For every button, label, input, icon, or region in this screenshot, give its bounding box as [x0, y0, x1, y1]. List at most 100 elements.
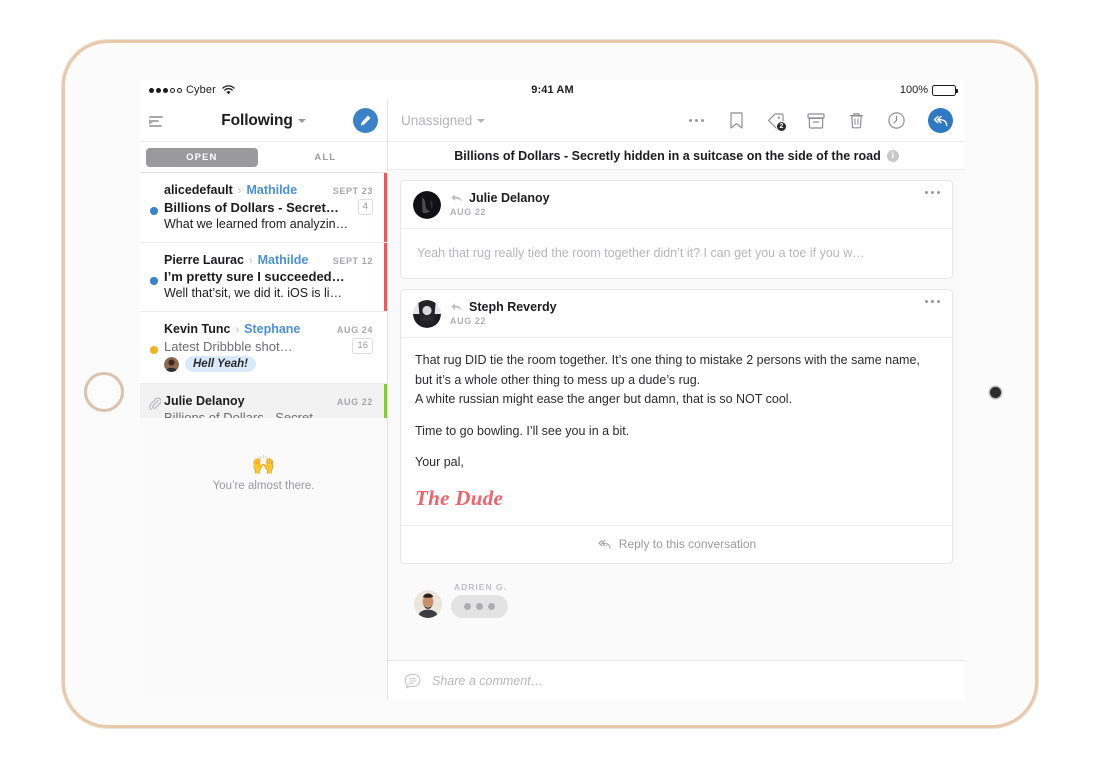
message-header: Steph Reverdy AUG 22	[401, 290, 952, 337]
conversation-list[interactable]: alicedefault › Mathilde SEPT 23 Billions…	[140, 173, 387, 418]
home-button[interactable]	[84, 372, 124, 412]
compose-button[interactable]	[353, 108, 378, 133]
snooze-button[interactable]	[886, 111, 906, 131]
chevron-right-icon: ›	[235, 324, 240, 336]
conversation-to: Stephane	[244, 322, 301, 336]
conversation-item-julie-delanoy[interactable]: Julie Delanoy AUG 22 Billions of Dollars…	[140, 384, 387, 418]
message-name-row: Julie Delanoy	[450, 191, 550, 205]
sidebar-footer-message: You’re almost there.	[212, 479, 315, 492]
status-bar-clock: 9:41 AM	[531, 84, 574, 96]
chevron-right-icon: ›	[237, 185, 242, 197]
menu-icon[interactable]	[149, 111, 169, 131]
sidebar-footer: 🙌 You’re almost there.	[140, 417, 387, 700]
reply-all-icon	[933, 115, 948, 126]
message-paragraph: That rug DID tie the room together. It’s…	[415, 353, 920, 407]
reply-to-conversation-button[interactable]: Reply to this conversation	[401, 525, 952, 563]
typing-indicator-row: ADRIEN G.	[400, 574, 953, 619]
message-header: Julie Delanoy AUG 22	[401, 181, 952, 228]
typing-user-name: ADRIEN G.	[454, 582, 507, 593]
conversation-sidebar: Following OPEN ALL alicedefault › Mathil…	[140, 100, 388, 700]
clock-icon	[887, 112, 905, 129]
conversation-subject-title: Billions of Dollars - Secretly hidden in…	[454, 148, 881, 163]
message-body: That rug DID tie the room together. It’s…	[401, 337, 952, 525]
unread-dot	[150, 277, 158, 285]
conversation-item-kevin-tunc[interactable]: Kevin Tunc › Stephane AUG 24 Latest Drib…	[140, 312, 387, 384]
info-icon[interactable]: i	[886, 149, 899, 162]
unread-dot	[150, 207, 158, 215]
front-camera-dot	[990, 387, 1001, 398]
conversation-item-pierre-laurac[interactable]: Pierre Laurac › Mathilde SEPT 12 I’m pre…	[140, 243, 387, 312]
conversation-to: Mathilde	[257, 253, 309, 267]
message-card-steph-reverdy[interactable]: Steph Reverdy AUG 22 That rug DID tie th…	[400, 289, 953, 565]
reply-to-conversation-label: Reply to this conversation	[618, 537, 757, 552]
message-body: Yeah that rug really tied the room toget…	[401, 228, 952, 278]
message-signature: The Dude	[415, 486, 504, 511]
more-options-button[interactable]	[686, 111, 706, 131]
app-root: Following OPEN ALL alicedefault › Mathil…	[140, 100, 965, 700]
chevron-down-icon	[477, 118, 486, 123]
conversation-participants: Pierre Laurac › Mathilde SEPT 12	[164, 253, 373, 267]
message-more-button[interactable]	[925, 300, 940, 304]
segmented-control: OPEN ALL	[140, 142, 387, 173]
assignee-label: Unassigned	[401, 113, 473, 128]
conversation-subject-row: I’m pretty sure I succeeded…	[150, 269, 373, 285]
paperclip-icon	[149, 397, 161, 410]
reaction-chip: Hell Yeah!	[185, 356, 256, 372]
conversation-from: Kevin Tunc	[164, 322, 231, 336]
assignee-dropdown[interactable]: Unassigned	[401, 113, 486, 128]
avatar	[164, 356, 179, 372]
conversation-detail-panel: Unassigned 2 Billions of Dollars - Secre…	[388, 100, 965, 700]
message-date: AUG 22	[450, 316, 487, 327]
reply-icon	[450, 193, 463, 204]
tab-all[interactable]: ALL	[270, 148, 382, 167]
trash-icon	[849, 113, 863, 129]
tag-button[interactable]: 2	[766, 111, 787, 132]
comment-input-bar[interactable]: Share a comment…	[388, 660, 965, 700]
message-more-button[interactable]	[925, 191, 940, 194]
conversation-item-alicedefault[interactable]: alicedefault › Mathilde SEPT 23 Billions…	[140, 173, 387, 243]
avatar	[414, 590, 442, 619]
conversation-subject: Latest Dribbble shot…	[164, 338, 293, 354]
conversation-preview: Well that’sit, we did it. iOS is li…	[164, 286, 343, 300]
pencil-icon	[360, 115, 371, 126]
message-card-julie-delanoy[interactable]: Julie Delanoy AUG 22 Yeah that rug reall…	[400, 180, 953, 280]
conversation-toolbar: Unassigned 2	[388, 100, 965, 142]
sidebar-title: Following	[221, 111, 293, 129]
archive-icon	[807, 112, 825, 129]
conversation-from: Julie Delanoy	[164, 394, 245, 408]
conversation-preview-row: What we learned from analyzin…	[164, 217, 373, 231]
avatar	[413, 300, 441, 329]
tab-open[interactable]: OPEN	[146, 147, 258, 167]
conversation-participants: alicedefault › Mathilde SEPT 23	[164, 183, 373, 197]
conversation-subject-row: Latest Dribbble shot… 16	[150, 338, 373, 354]
conversation-preview: What we learned from analyzin…	[164, 217, 349, 231]
message-paragraph: Your pal,	[415, 454, 464, 469]
trash-button[interactable]	[846, 111, 866, 131]
conversation-subject: Billions of Dollars - Secret…	[164, 199, 339, 215]
archive-button[interactable]	[806, 111, 826, 131]
conversation-preview-row: Well that’sit, we did it. iOS is li…	[164, 286, 373, 300]
status-bar: Cyber 9:41 AM 100%	[140, 80, 965, 100]
reply-all-button[interactable]	[928, 108, 953, 133]
message-count-badge: 16	[352, 338, 373, 354]
conversation-to: Mathilde	[246, 183, 298, 197]
comment-input-placeholder[interactable]: Share a comment…	[432, 674, 543, 688]
raised-hands-icon: 🙌	[251, 454, 276, 476]
more-horizontal-icon	[925, 191, 940, 194]
conversation-subject: I’m pretty sure I succeeded…	[164, 269, 345, 284]
message-thread[interactable]: Julie Delanoy AUG 22 Yeah that rug reall…	[388, 170, 965, 660]
conversation-from: alicedefault	[164, 183, 233, 197]
conversation-participants: Kevin Tunc › Stephane AUG 24	[164, 322, 373, 336]
chevron-right-icon: ›	[248, 255, 253, 267]
message-author: Steph Reverdy	[469, 300, 557, 315]
conversation-subject-row: Billions of Dollars - Secret…	[164, 410, 373, 418]
message-name-row: Steph Reverdy	[450, 300, 557, 314]
conversation-from: Pierre Laurac	[164, 253, 244, 267]
bookmark-icon	[729, 112, 743, 129]
status-bar-indicator	[383, 384, 387, 418]
conversation-reaction-row: Hell Yeah!	[164, 356, 373, 372]
comment-bubble-icon	[404, 673, 421, 689]
battery-icon	[932, 84, 958, 96]
conversation-date: SEPT 23	[332, 186, 373, 196]
bookmark-button[interactable]	[726, 111, 746, 131]
